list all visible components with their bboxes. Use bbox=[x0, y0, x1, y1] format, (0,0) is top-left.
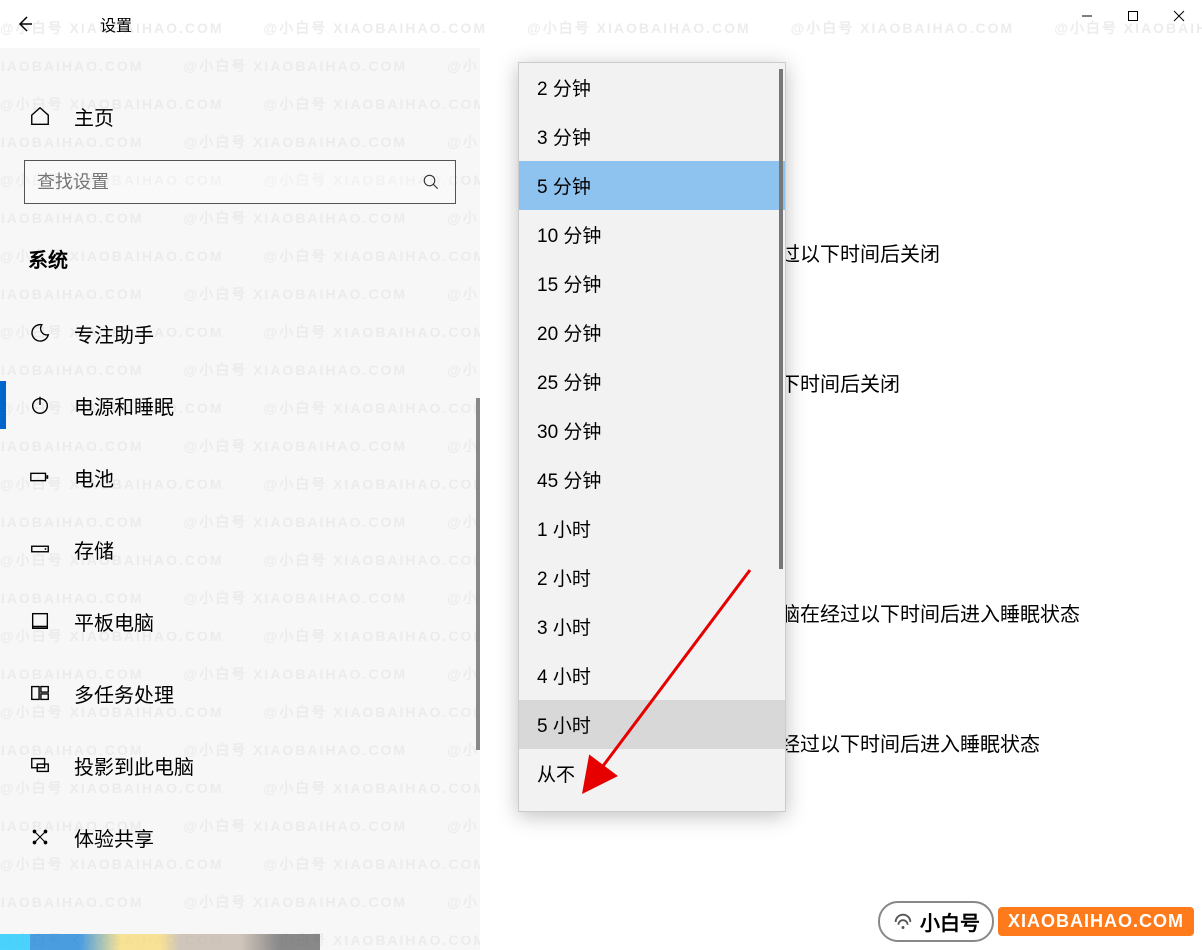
dropdown-option[interactable]: 3 小时 bbox=[519, 602, 785, 651]
dropdown-option[interactable]: 10 分钟 bbox=[519, 210, 785, 259]
maximize-button[interactable] bbox=[1110, 0, 1156, 32]
power-icon bbox=[28, 394, 52, 416]
sidebar-item-multitask[interactable]: 多任务处理 bbox=[0, 657, 480, 729]
back-button[interactable] bbox=[0, 0, 50, 48]
close-button[interactable] bbox=[1156, 0, 1202, 32]
dropdown-scrollbar[interactable] bbox=[779, 69, 783, 569]
tablet-icon bbox=[28, 610, 52, 632]
sidebar-home[interactable]: 主页 bbox=[0, 88, 480, 144]
content-line-1: 过以下时间后关闭 bbox=[780, 238, 940, 267]
share-icon bbox=[28, 826, 52, 848]
sidebar-item-label: 存储 bbox=[74, 535, 114, 564]
dropdown-option[interactable]: 3 分钟 bbox=[519, 112, 785, 161]
dropdown-option[interactable]: 4 小时 bbox=[519, 651, 785, 700]
minimize-icon bbox=[1081, 10, 1093, 22]
moon-icon bbox=[28, 322, 52, 344]
sidebar-item-storage[interactable]: 存储 bbox=[0, 513, 480, 585]
dropdown-option[interactable]: 25 分钟 bbox=[519, 357, 785, 406]
dropdown-option[interactable]: 15 分钟 bbox=[519, 259, 785, 308]
dropdown-option[interactable]: 从不 bbox=[519, 749, 785, 798]
sidebar: 主页 系统 专注助手电源和睡眠电池存储平板电脑多任务处理投影到此电脑体验共享 bbox=[0, 48, 480, 950]
sidebar-item-label: 多任务处理 bbox=[74, 679, 174, 708]
branding: 小白号 XIAOBAIHAO.COM bbox=[878, 901, 1194, 942]
content-line-3: 脑在经过以下时间后进入睡眠状态 bbox=[780, 598, 1080, 627]
branding-domain: XIAOBAIHAO.COM bbox=[998, 907, 1194, 936]
sidebar-item-project[interactable]: 投影到此电脑 bbox=[0, 729, 480, 801]
dropdown-option[interactable]: 5 分钟 bbox=[519, 161, 785, 210]
dropdown-option[interactable]: 1 小时 bbox=[519, 504, 785, 553]
content-line-2: 下时间后关闭 bbox=[780, 368, 900, 397]
sidebar-item-battery[interactable]: 电池 bbox=[0, 441, 480, 513]
close-icon bbox=[1173, 10, 1185, 22]
sidebar-nav-list: 专注助手电源和睡眠电池存储平板电脑多任务处理投影到此电脑体验共享 bbox=[0, 297, 480, 873]
minimize-button[interactable] bbox=[1064, 0, 1110, 32]
home-icon bbox=[28, 105, 52, 127]
dropdown-option[interactable]: 5 小时 bbox=[519, 700, 785, 749]
titlebar: 设置 bbox=[0, 0, 1202, 48]
sidebar-item-label: 投影到此电脑 bbox=[74, 751, 194, 780]
dropdown-option[interactable]: 20 分钟 bbox=[519, 308, 785, 357]
sidebar-item-share[interactable]: 体验共享 bbox=[0, 801, 480, 873]
window-title: 设置 bbox=[100, 12, 132, 36]
sidebar-item-label: 电源和睡眠 bbox=[74, 391, 174, 420]
content-line-4: 经过以下时间后进入睡眠状态 bbox=[780, 728, 1040, 757]
sidebar-item-moon[interactable]: 专注助手 bbox=[0, 297, 480, 369]
branding-bubble: 小白号 bbox=[878, 901, 994, 942]
sidebar-category: 系统 bbox=[0, 228, 480, 297]
dropdown-option[interactable]: 45 分钟 bbox=[519, 455, 785, 504]
time-dropdown[interactable]: 2 分钟3 分钟5 分钟10 分钟15 分钟20 分钟25 分钟30 分钟45 … bbox=[518, 62, 786, 812]
sidebar-item-label: 体验共享 bbox=[74, 823, 154, 852]
storage-icon bbox=[28, 538, 52, 560]
sidebar-item-label: 专注助手 bbox=[74, 319, 154, 348]
taskbar-stub bbox=[0, 934, 480, 950]
search-box[interactable] bbox=[24, 160, 456, 204]
sidebar-item-power[interactable]: 电源和睡眠 bbox=[0, 369, 480, 441]
branding-label: 小白号 bbox=[920, 907, 980, 936]
dropdown-option[interactable]: 30 分钟 bbox=[519, 406, 785, 455]
battery-icon bbox=[28, 466, 52, 488]
sidebar-item-tablet[interactable]: 平板电脑 bbox=[0, 585, 480, 657]
project-icon bbox=[28, 754, 52, 776]
sidebar-item-label: 平板电脑 bbox=[74, 607, 154, 636]
sidebar-item-label: 电池 bbox=[74, 463, 114, 492]
settings-window: @小白号 XIAOBAIHAO.COM@小白号 XIAOBAIHAO.COM@小… bbox=[0, 0, 1202, 950]
maximize-icon bbox=[1127, 10, 1139, 22]
wifi-icon bbox=[892, 911, 914, 933]
multitask-icon bbox=[28, 682, 52, 704]
sidebar-home-label: 主页 bbox=[74, 102, 114, 131]
back-arrow-icon bbox=[15, 14, 35, 34]
dropdown-option[interactable]: 2 分钟 bbox=[519, 63, 785, 112]
window-controls bbox=[1064, 0, 1202, 32]
dropdown-option[interactable]: 2 小时 bbox=[519, 553, 785, 602]
search-icon bbox=[419, 173, 443, 191]
search-input[interactable] bbox=[37, 172, 419, 193]
